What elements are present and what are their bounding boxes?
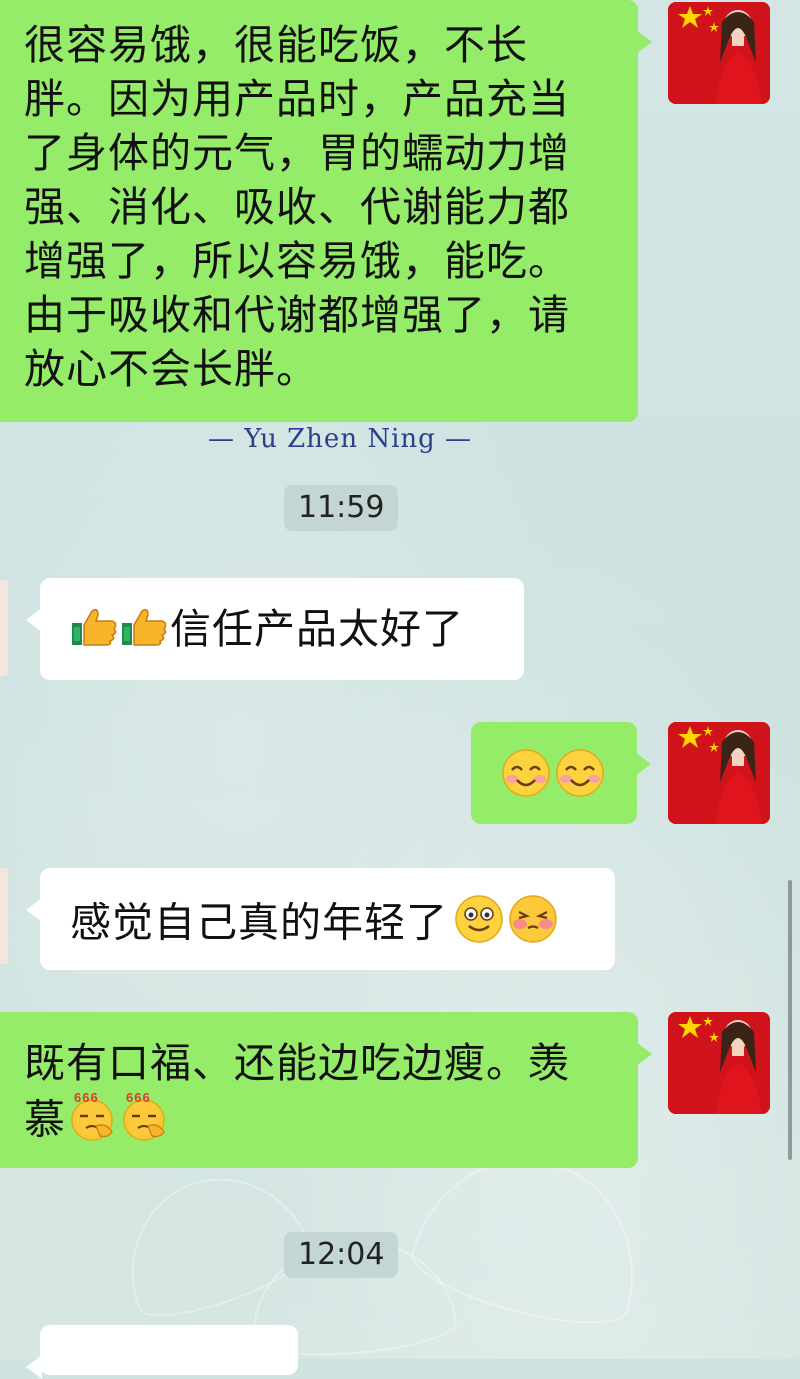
message-text: 既有口福、还能边吃边瘦。羡 <box>24 1039 570 1087</box>
message-text: 很容易饿，很能吃饭，不长 胖。因为用产品时，产品充当 了身体的元气，胃的蠕动力增… <box>24 21 570 393</box>
avatar[interactable] <box>668 1012 770 1114</box>
thumbs-up-icon <box>120 603 170 662</box>
grin-emoji-icon <box>454 894 504 957</box>
thumbs-up-icon <box>70 603 120 662</box>
shy-emoji-icon <box>508 894 558 957</box>
avatar-image <box>668 722 770 824</box>
avatar-image <box>668 1012 770 1114</box>
signature-watermark: — Yu Zhen Ning — <box>207 424 473 454</box>
message-text: 慕 666 666 <box>24 1090 638 1155</box>
666-emoji-icon: 666 <box>118 1090 170 1155</box>
svg-text:666: 666 <box>74 1090 99 1105</box>
message-timestamp: 12:04 <box>284 1232 399 1278</box>
avatar-edge[interactable] <box>0 868 8 964</box>
message-bubble-incoming[interactable]: 感觉自己真的年轻了 <box>26 868 615 970</box>
svg-text:666: 666 <box>126 1090 151 1105</box>
message-bubble-outgoing[interactable] <box>471 722 651 824</box>
avatar-image <box>668 2 770 104</box>
message-text: 信任产品太好了 <box>170 605 464 653</box>
avatar[interactable] <box>668 2 770 104</box>
message-text: 感觉自己真的年轻了 <box>70 898 448 947</box>
smile-emoji-icon <box>501 748 551 811</box>
message-bubble-outgoing[interactable]: 很容易饿，很能吃饭，不长 胖。因为用产品时，产品充当 了身体的元气，胃的蠕动力增… <box>0 0 652 422</box>
smile-emoji-icon <box>555 748 605 811</box>
message-bubble-outgoing[interactable]: 既有口福、还能边吃边瘦。羡 慕 666 666 <box>0 1012 652 1168</box>
message-bubble-incoming[interactable]: 信任产品太好了 <box>26 578 524 680</box>
scrollbar[interactable] <box>788 880 792 1160</box>
666-emoji-icon: 666 <box>66 1090 118 1155</box>
avatar[interactable] <box>668 722 770 824</box>
avatar-edge[interactable] <box>0 580 8 676</box>
message-timestamp: 11:59 <box>284 485 399 531</box>
message-bubble-incoming[interactable] <box>26 1325 298 1379</box>
